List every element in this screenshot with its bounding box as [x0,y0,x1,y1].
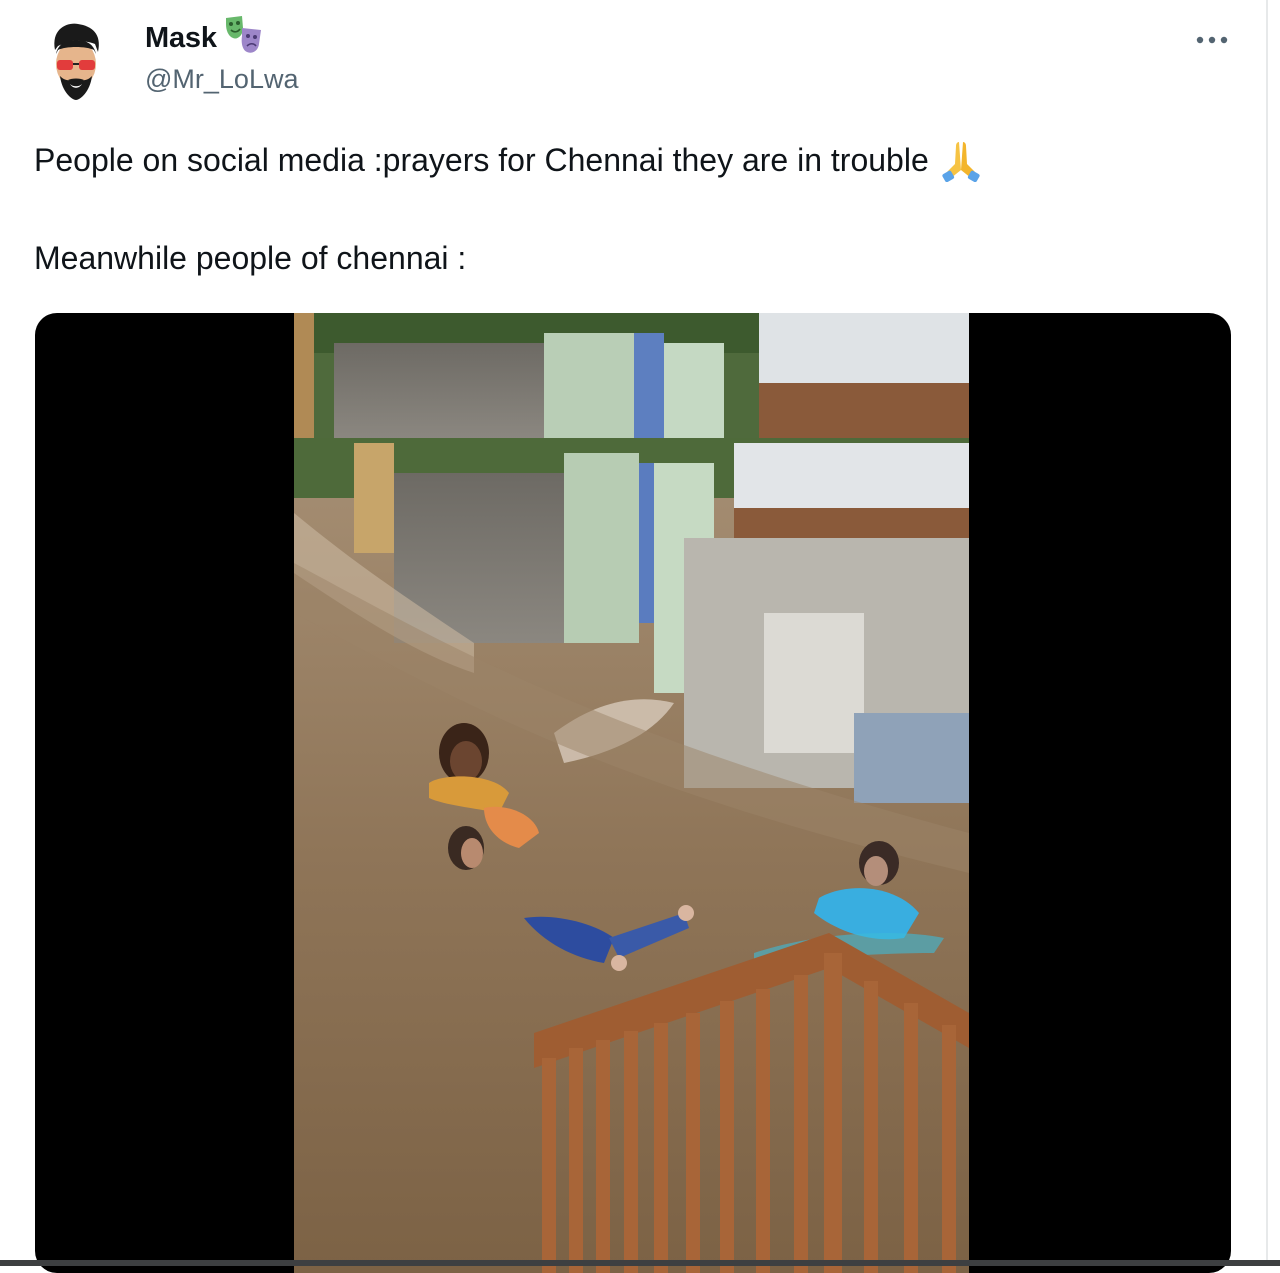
folded-hands-icon [942,142,980,182]
divider [1266,0,1268,1266]
video-progress-bar[interactable] [0,1260,1280,1266]
tweet-text-line-1: People on social media :prayers for Chen… [34,138,985,182]
avatar[interactable] [46,20,106,104]
author-name-row[interactable]: Mask [145,16,265,58]
tweet-video[interactable] [35,313,1231,1273]
tweet-text: People on social media :prayers for Chen… [34,141,929,178]
more-dots-icon[interactable] [1192,22,1232,58]
tweet-card: Mask @Mr_LoLwa People on social media :p… [0,0,1280,1273]
author-name[interactable]: Mask [145,22,217,55]
tweet-text-line-2: Meanwhile people of chennai : [34,240,467,276]
video-frame-image [294,313,969,1273]
author-handle[interactable]: @Mr_LoLwa [145,64,298,95]
theater-masks-icon [225,16,261,53]
